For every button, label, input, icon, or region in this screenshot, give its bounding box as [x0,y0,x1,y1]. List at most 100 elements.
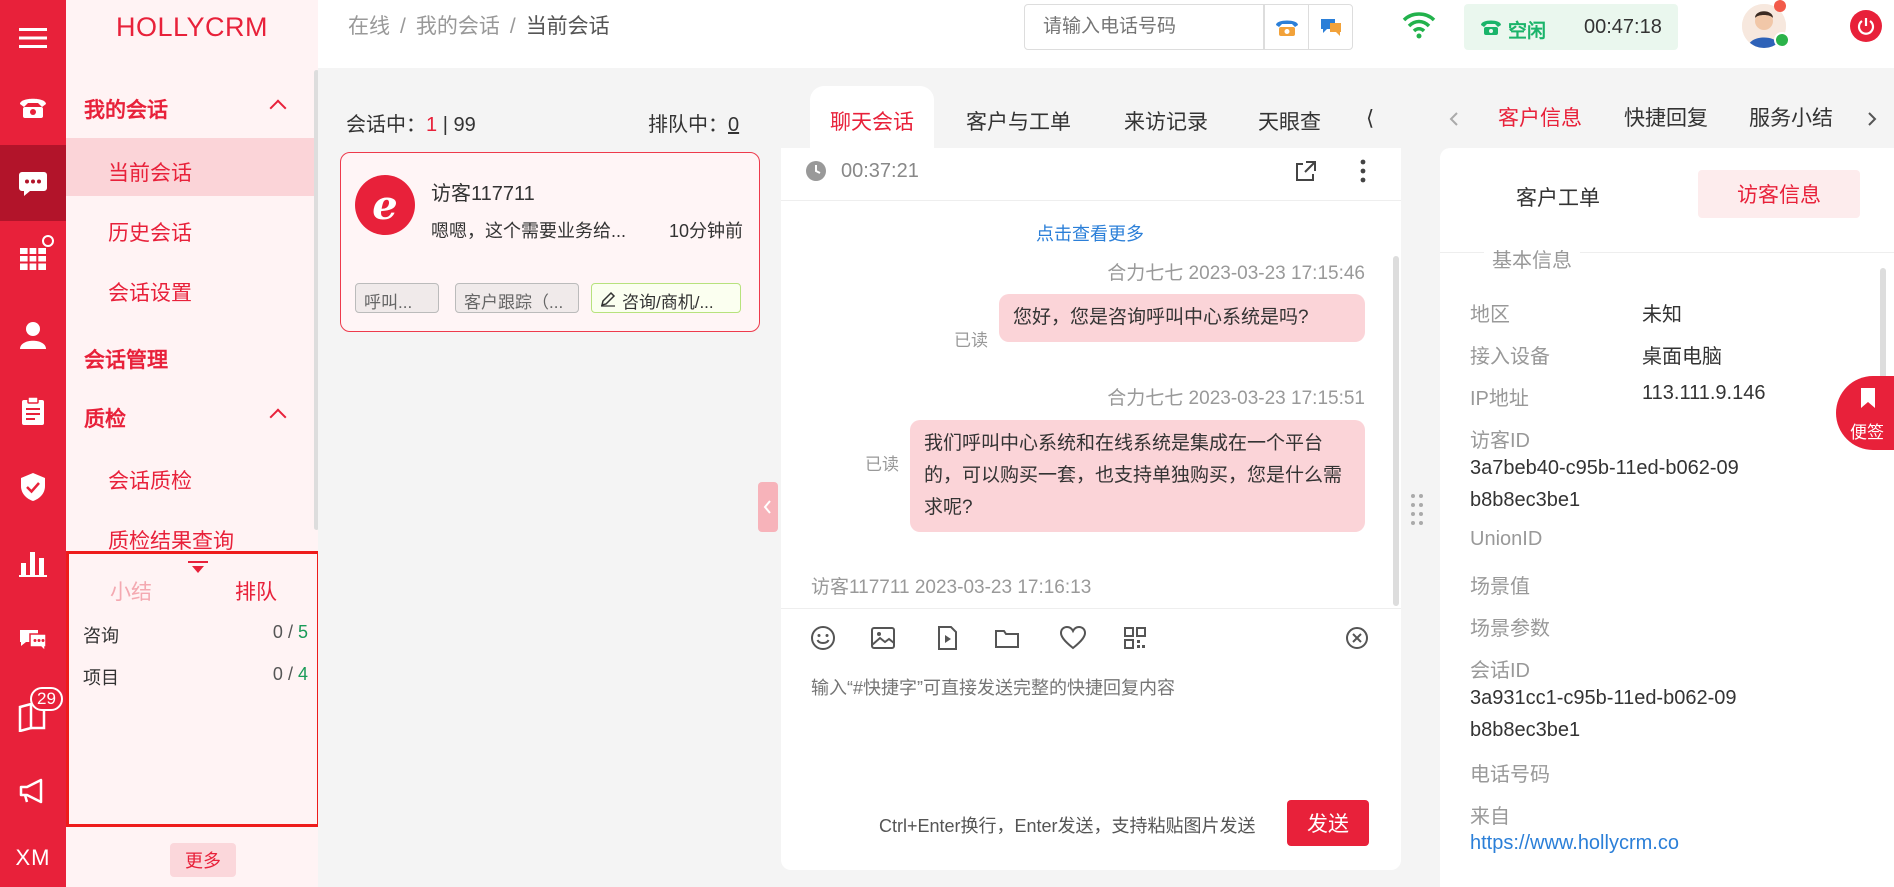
breadcrumb-item[interactable]: 在线 [348,15,390,38]
read-status: 已读 [865,455,899,474]
subtab-visitor-info[interactable]: 访客信息 [1698,170,1860,218]
chevron-left-icon [763,500,771,514]
sidebar-item-current-session[interactable]: 当前会话 [108,157,192,187]
right-tabs: 客户信息 快捷回复 服务小结 [1436,98,1894,138]
messages-icon[interactable] [0,601,66,677]
user-initials[interactable]: XM [0,820,66,887]
video-file-icon[interactable] [933,624,961,652]
collapse-handle[interactable] [758,482,778,532]
logout-button[interactable] [1850,10,1882,42]
load-more-link[interactable]: 点击查看更多 [1036,220,1144,246]
icon-rail: 29 XM [0,0,66,887]
chevron-up-icon[interactable] [269,408,287,426]
message-input[interactable] [811,674,1371,784]
send-hint: Ctrl+Enter换行，Enter发送，支持粘贴图片发送 [879,816,1256,836]
breadcrumb-item[interactable]: 我的会话 [416,15,500,38]
phone-number-input[interactable] [1024,4,1264,50]
shield-icon[interactable] [0,449,66,525]
status-timer: 00:47:18 [1584,16,1662,38]
field-from-link[interactable]: https://www.hollycrm.co [1470,832,1679,855]
more-vertical-icon[interactable] [1359,158,1367,184]
megaphone-icon[interactable] [0,753,66,829]
bar-chart-icon[interactable] [0,525,66,601]
tab-service-summary[interactable]: 服务小结 [1749,102,1833,132]
section-title-basic-info: 基本信息 [1484,244,1580,273]
tab-summary[interactable]: 小结 [110,576,152,606]
session-card[interactable]: e 访客117711 嗯嗯，这个需要业务给... 10分钟前 呼叫... 客户跟… [340,152,760,332]
field-label: 电话号码 [1470,764,1550,786]
field-session-id: 3a931cc1-c95b-11ed-b062-09b8b8ec3be1 [1470,687,1737,741]
dial-button[interactable] [1264,4,1309,50]
sidebar-group-my-sessions[interactable]: 我的会话 [84,94,168,124]
chevron-right-icon[interactable] [1866,110,1878,128]
divider [781,200,1401,201]
summary-row-label: 咨询 [83,626,119,646]
tab-tianyancha[interactable]: 天眼查 [1258,106,1321,136]
divider [781,608,1401,609]
chevron-up-icon[interactable] [269,99,287,117]
tag-consult-opportunity[interactable]: 咨询/商机/... [591,283,741,313]
agent-status[interactable]: 空闲 00:47:18 [1464,4,1678,50]
message-bubble[interactable]: 您好，您是咨询呼叫中心系统是吗? [999,294,1365,342]
chat-icon[interactable] [0,145,66,221]
share-icon[interactable] [1293,158,1319,184]
status-label: 空闲 [1508,21,1547,42]
visitor-message-meta: 访客117711 2023-03-23 17:16:13 [811,577,1092,598]
in-session-counter: 会话中：1 | 99 [346,114,476,136]
chat-panel: 00:37:21 点击查看更多 合力七七 2023-03-23 17:15:46… [781,148,1401,870]
chat-bubble-icon [1320,19,1341,36]
summary-queue-panel: 小结 排队 咨询 0 / 5 项目 0 / 4 [66,551,320,827]
tab-queue[interactable]: 排队 [235,576,277,606]
sms-button[interactable] [1308,4,1353,50]
qr-code-icon[interactable] [1121,624,1149,652]
drag-handle-icon[interactable] [1410,492,1424,528]
subtab-customer-workorder[interactable]: 客户工单 [1516,182,1600,212]
queue-counter[interactable]: 排队中：0 [648,108,739,137]
online-check-icon [1774,32,1790,48]
emoji-icon[interactable] [809,624,837,652]
chevron-left-icon[interactable] [1448,110,1460,128]
tab-visit-records[interactable]: 来访记录 [1124,106,1208,136]
wifi-icon [1402,12,1436,39]
sidebar-item-session-quality[interactable]: 会话质检 [108,465,192,495]
notification-dot [1774,0,1786,12]
tag-customer-follow[interactable]: 客户跟踪（... [455,283,579,313]
menu-icon[interactable] [0,0,66,76]
tab-customer-info[interactable]: 客户信息 [1498,102,1582,132]
sidebar-group-quality[interactable]: 质检 [84,403,126,433]
tag-call[interactable]: 呼叫... [355,283,439,313]
tab-quick-reply[interactable]: 快捷回复 [1624,102,1708,132]
heart-icon[interactable] [1059,624,1087,652]
field-region: 未知 [1642,304,1682,326]
book-icon[interactable]: 29 [0,677,66,753]
top-header: 在线/我的会话/当前会话 空闲 00:47:18 [318,0,1894,68]
image-icon[interactable] [869,624,897,652]
folder-icon[interactable] [993,624,1021,652]
message-bubble[interactable]: 我们呼叫中心系统和在线系统是集成在一个平台的，可以购买一套，也支持单独购买，您是… [910,420,1365,532]
field-device: 桌面电脑 [1642,346,1722,368]
phone-dial-icon [1275,20,1298,36]
field-label: 来自 [1470,806,1510,828]
sidebar-item-session-settings[interactable]: 会话设置 [108,277,192,307]
close-circle-icon[interactable] [1343,624,1371,652]
caret-down-icon[interactable] [188,561,208,575]
sidebar-item-history-session[interactable]: 历史会话 [108,217,192,247]
last-message-preview: 嗯嗯，这个需要业务给... [431,221,627,241]
field-label: UnionID [1470,528,1543,550]
field-label: 地区 [1470,304,1510,326]
clipboard-icon[interactable] [0,373,66,449]
summary-row-label: 项目 [83,668,119,688]
tab-chat-session[interactable]: 聊天会话 [810,86,934,150]
visitor-name: 访客117711 [431,183,535,205]
more-button[interactable]: 更多 [170,843,236,877]
brand-logo: HOLLYCRM [115,11,269,42]
user-icon[interactable] [0,297,66,373]
phone-icon[interactable] [0,69,66,145]
read-status: 已读 [954,331,988,350]
tab-customer-workorder[interactable]: 客户与工单 [966,106,1071,136]
notification-dot [42,235,54,247]
chat-scrollbar[interactable] [1393,256,1399,606]
send-button[interactable]: 发送 [1287,800,1369,846]
sidebar-group-session-management[interactable]: 会话管理 [84,344,168,374]
table-icon[interactable] [0,221,66,297]
